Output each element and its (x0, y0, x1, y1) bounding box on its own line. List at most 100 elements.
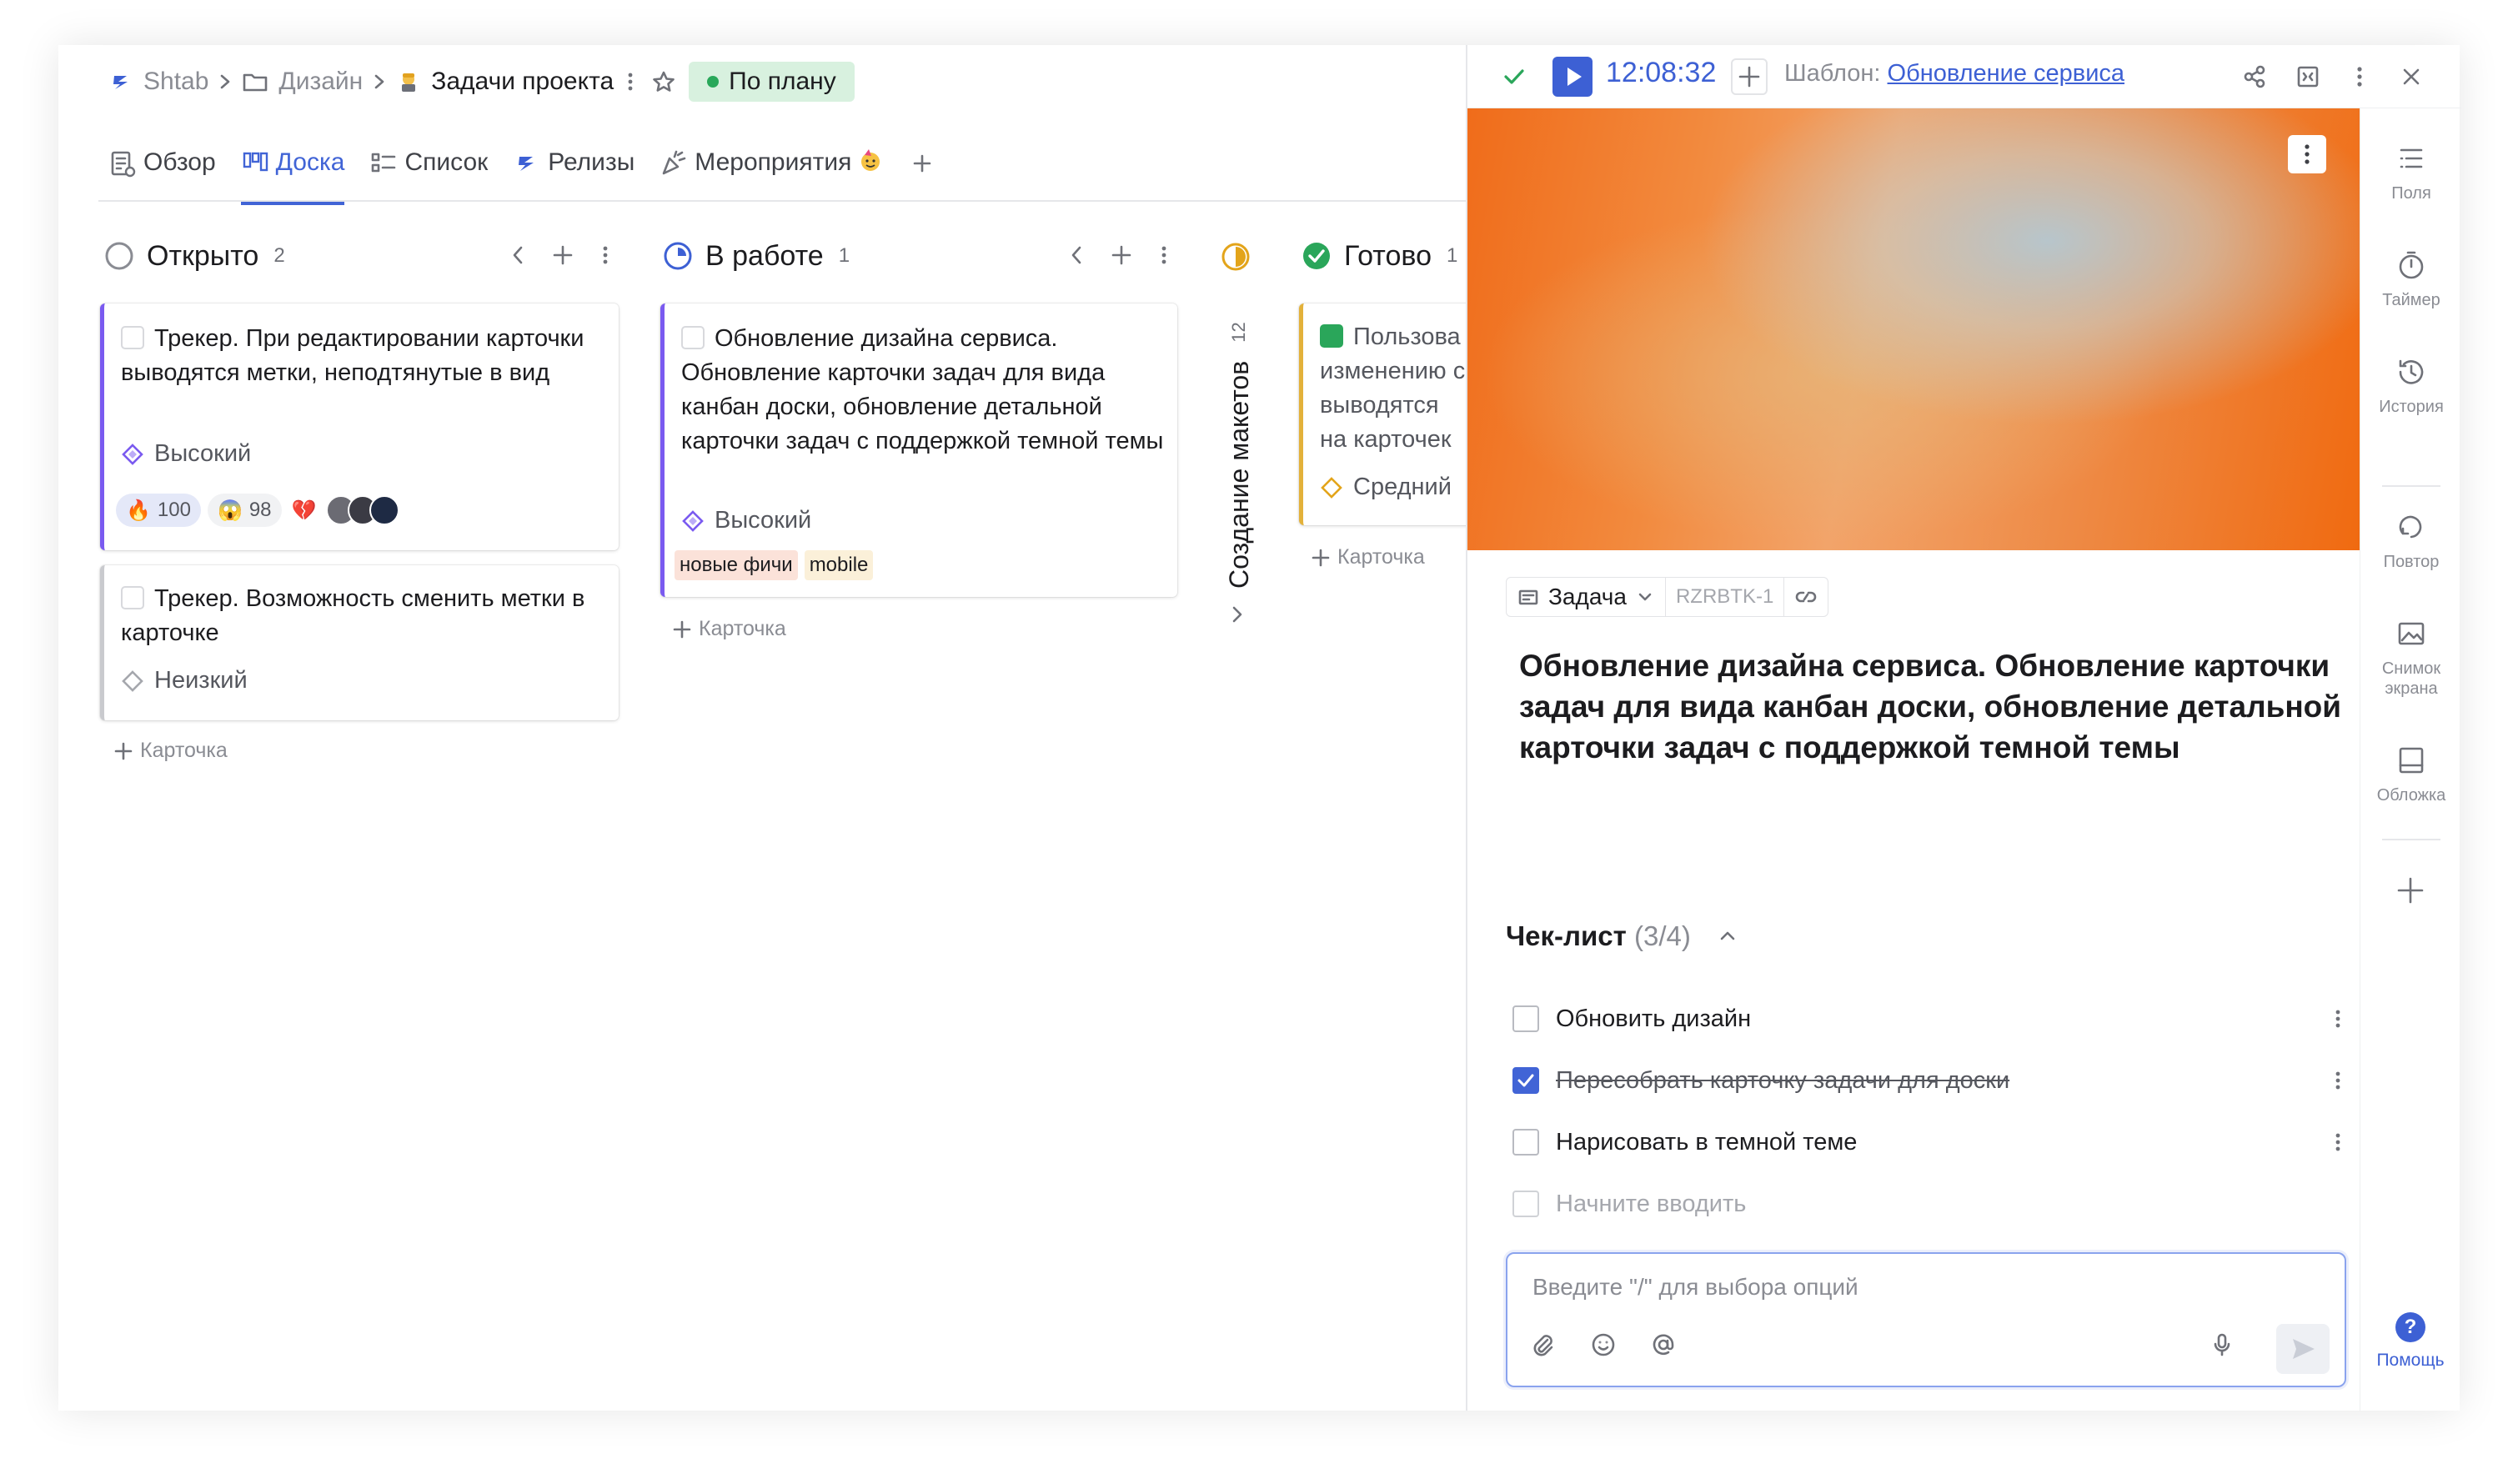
tab-board[interactable]: Доска (240, 142, 345, 205)
help-button[interactable]: ? Помощь (2360, 1312, 2461, 1371)
breadcrumb-project-label: Задачи проекта (431, 68, 614, 95)
rail-label: Обложка (2376, 786, 2446, 805)
mention-icon[interactable] (1649, 1331, 1678, 1359)
checklist-item-text: Нарисовать в темной теме (1556, 1128, 1858, 1156)
emoji-icon[interactable] (1589, 1331, 1618, 1359)
card-priority[interactable]: Средний (1320, 474, 1452, 501)
checklist-header[interactable]: Чек-лист (3/4) (1506, 920, 1691, 952)
plus-icon (1312, 549, 1330, 566)
priority-label: Высокий (154, 440, 252, 467)
rail-item-repeat[interactable]: Повтор (2360, 510, 2462, 572)
template-link[interactable]: Обновление сервиса (1888, 60, 2125, 87)
task-type-select[interactable]: Задача (1507, 578, 1666, 616)
column-count: 1 (838, 244, 850, 267)
priority-high-icon (122, 443, 143, 465)
microphone-icon[interactable] (2208, 1331, 2236, 1359)
kanban-card[interactable]: Обновление дизайна сервиса. Обновление к… (660, 303, 1177, 597)
tab-releases[interactable]: Релизы (513, 142, 635, 205)
add-card-plus-icon[interactable] (1109, 240, 1134, 270)
collapsed-column[interactable]: Создание макетов 12 (1224, 288, 1254, 589)
add-time-plus-icon[interactable] (1731, 58, 1768, 95)
tab-label: Доска (275, 148, 345, 176)
comment-input-placeholder[interactable]: Введите "/" для выбора опций (1532, 1274, 1858, 1301)
checklist-item[interactable]: Нарисовать в темной теме (1512, 1126, 1857, 1159)
add-card-button[interactable]: Карточка (672, 617, 786, 641)
close-icon[interactable] (2396, 62, 2426, 92)
kebab-menu-icon[interactable] (2328, 1129, 2348, 1156)
tab-events[interactable]: Мероприятия (660, 142, 883, 205)
assignee-avatars[interactable] (326, 495, 400, 525)
expand-panel-icon[interactable] (2293, 62, 2323, 92)
chevron-left-icon[interactable] (507, 240, 529, 270)
card-check-icon[interactable] (681, 326, 705, 349)
rail-item-timer[interactable]: Таймер (2360, 248, 2462, 310)
rail-item-screenshot[interactable]: Снимок экрана (2360, 617, 2462, 699)
rail-add-button[interactable] (2394, 874, 2427, 907)
rail-item-cover[interactable]: Обложка (2360, 744, 2462, 805)
card-title-text: Трекер. При редактировании карточки выво… (121, 325, 584, 386)
kebab-menu-icon[interactable] (597, 240, 614, 270)
plus-icon (673, 620, 691, 638)
priority-label: Неизкий (154, 667, 248, 694)
kebab-menu-icon[interactable] (2328, 1067, 2348, 1094)
add-card-button[interactable]: Карточка (1311, 545, 1425, 569)
reaction-chip[interactable]: 💔 (288, 494, 320, 527)
help-label: Помощь (2376, 1351, 2445, 1370)
add-card-label: Карточка (699, 617, 786, 640)
rail-item-history[interactable]: История (2360, 355, 2462, 417)
attach-icon[interactable] (1529, 1331, 1557, 1359)
breadcrumb-project[interactable]: Задачи проекта (396, 68, 614, 96)
kebab-menu-icon[interactable] (2345, 62, 2375, 92)
kanban-card[interactable]: Трекер. При редактировании карточки выво… (100, 303, 619, 550)
complete-check-icon[interactable] (1499, 62, 1529, 92)
tag-label[interactable]: новые фичи (675, 550, 798, 580)
add-card-plus-icon[interactable] (550, 240, 575, 270)
task-type-chip: Задача RZRBTK-1 (1506, 577, 1829, 617)
add-view-button[interactable] (908, 142, 936, 205)
link-icon (1796, 591, 1817, 603)
checklist-checkbox-checked[interactable] (1512, 1067, 1539, 1094)
tab-list[interactable]: Список (369, 142, 488, 205)
card-check-icon[interactable] (121, 586, 144, 609)
cover-menu-button[interactable] (2288, 135, 2326, 173)
card-priority[interactable]: Высокий (121, 440, 251, 468)
kanban-card[interactable]: Трекер. Возможность сменить метки в карт… (100, 565, 619, 720)
tag-label[interactable]: mobile (804, 550, 874, 580)
card-check-icon[interactable] (121, 326, 144, 349)
checklist-new-item[interactable]: Начните вводить (1512, 1187, 1746, 1221)
comment-composer[interactable]: Введите "/" для выбора опций (1506, 1252, 2346, 1387)
share-icon[interactable] (2240, 62, 2270, 92)
add-card-button[interactable]: Карточка (113, 739, 228, 763)
checklist-item[interactable]: Обновить дизайн (1512, 1002, 1751, 1035)
kebab-menu-icon[interactable] (2328, 1005, 2348, 1032)
reaction-chip[interactable]: 😱 98 (207, 494, 282, 527)
checklist-checkbox[interactable] (1512, 1005, 1539, 1032)
task-title[interactable]: Обновление дизайна сервиса. Обновление к… (1519, 645, 2345, 768)
star-icon[interactable] (647, 69, 680, 94)
status-badge[interactable]: По плану (689, 62, 855, 102)
play-timer-icon[interactable] (1552, 57, 1593, 97)
breadcrumb-folder[interactable]: Дизайн (242, 68, 363, 96)
kanban-card[interactable]: Пользова изменению с выводятся на карточ… (1299, 303, 1474, 525)
expand-column-chevron-icon[interactable] (1226, 602, 1249, 627)
task-cover-image[interactable] (1467, 108, 2360, 550)
send-button[interactable] (2276, 1324, 2330, 1374)
rail-item-fields[interactable]: Поля (2360, 142, 2462, 203)
task-type-label: Задача (1548, 584, 1627, 609)
reaction-chip[interactable]: 🔥 100 (116, 494, 201, 527)
card-priority[interactable]: Неизкий (121, 667, 248, 694)
breadcrumb-workspace[interactable]: Shtab (108, 68, 208, 96)
kebab-menu-icon[interactable] (614, 69, 647, 94)
checklist-checkbox[interactable] (1512, 1129, 1539, 1156)
task-type-icon (1518, 589, 1538, 605)
copy-link-button[interactable] (1784, 578, 1828, 616)
tab-overview[interactable]: Обзор (108, 142, 216, 205)
reaction-count: 98 (248, 499, 272, 521)
chevron-up-icon[interactable] (1714, 922, 1741, 949)
chevron-left-icon[interactable] (1066, 240, 1087, 270)
card-done-check-icon[interactable] (1320, 324, 1343, 348)
task-id[interactable]: RZRBTK-1 (1666, 578, 1785, 616)
card-priority[interactable]: Высокий (681, 507, 811, 534)
kebab-menu-icon[interactable] (1156, 240, 1172, 270)
checklist-item[interactable]: Пересобрать карточку задачи для доски (1512, 1064, 2009, 1097)
